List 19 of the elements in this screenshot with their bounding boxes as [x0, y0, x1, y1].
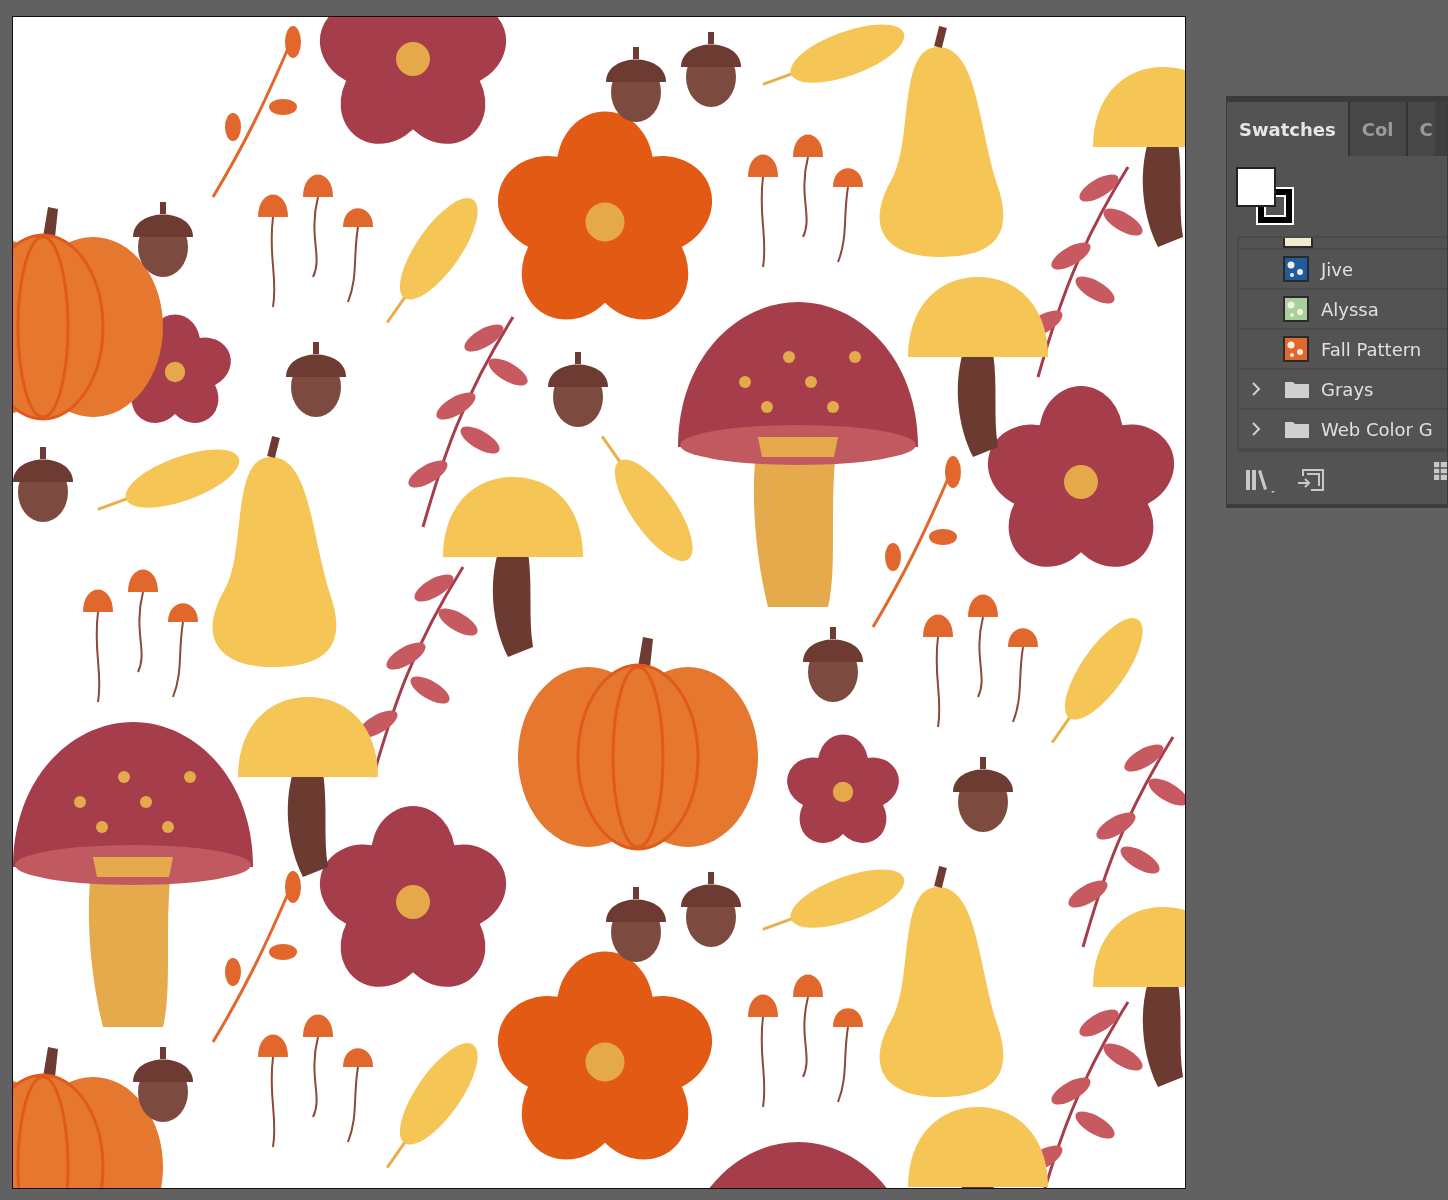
panel-tab[interactable]: Col	[1349, 102, 1408, 156]
panel-tab[interactable]: Swatches	[1227, 102, 1350, 156]
swatch-name[interactable]: Alyssa	[1321, 298, 1379, 320]
pattern-thumbnail[interactable]	[1283, 336, 1309, 362]
folder-icon	[1285, 420, 1309, 438]
grid-view-icon[interactable]	[1433, 460, 1447, 482]
expand-chevron-icon[interactable]	[1251, 382, 1261, 396]
swatch-name[interactable]: Web Color G	[1321, 418, 1433, 440]
swatch-name[interactable]: Grays	[1321, 378, 1374, 400]
folder-icon	[1285, 380, 1309, 398]
expand-chevron-icon[interactable]	[1251, 422, 1261, 436]
pattern-thumbnail[interactable]	[1283, 238, 1313, 248]
fill-stroke-icon[interactable]	[1235, 166, 1297, 228]
pattern-thumbnail[interactable]	[1283, 256, 1309, 282]
pattern-thumbnail[interactable]	[1283, 296, 1309, 322]
swatch-name[interactable]: Fall Pattern	[1321, 338, 1422, 360]
place-icon[interactable]	[1297, 468, 1325, 494]
swatch-name[interactable]: Jive	[1321, 258, 1354, 280]
panel-tab[interactable]: C	[1407, 102, 1435, 156]
